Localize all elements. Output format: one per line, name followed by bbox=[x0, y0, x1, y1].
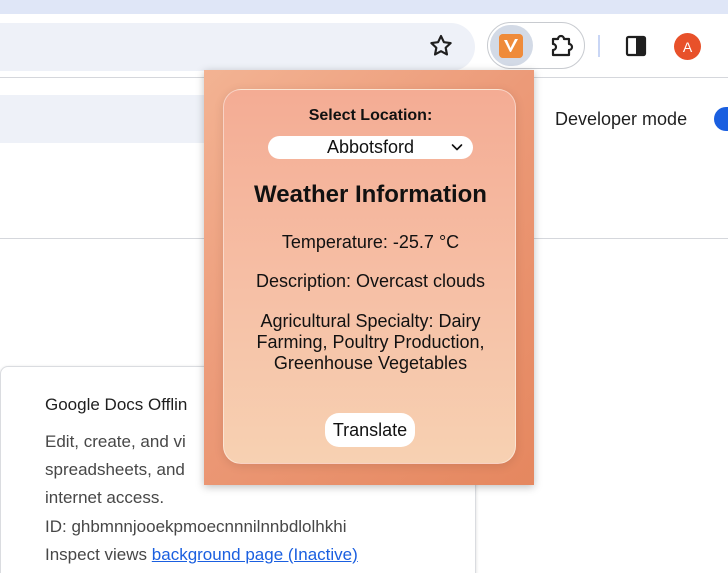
background-page-link[interactable]: background page (Inactive) bbox=[152, 545, 358, 564]
inspect-views: Inspect views background page (Inactive) bbox=[45, 545, 358, 565]
location-select-value: Abbotsford bbox=[326, 137, 415, 157]
agricultural-specialty-text: Agricultural Specialty: Dairy Farming, P… bbox=[224, 311, 517, 374]
window-top-strip bbox=[0, 0, 728, 14]
side-panel-icon[interactable] bbox=[625, 35, 647, 57]
weather-extension-icon[interactable] bbox=[499, 34, 523, 58]
address-bar[interactable] bbox=[0, 23, 475, 71]
developer-mode-label: Developer mode bbox=[555, 109, 688, 129]
agricultural-specialty-line: Farming, Poultry Production, bbox=[256, 332, 485, 352]
translate-button[interactable]: Translate bbox=[325, 413, 415, 447]
extension-name: Google Docs Offlin bbox=[45, 395, 188, 414]
extension-description-line: spreadsheets, and bbox=[45, 460, 185, 479]
extension-description-line: Edit, create, and vi bbox=[45, 432, 186, 451]
chevron-down-icon bbox=[451, 144, 463, 151]
select-location-label: Select Location: bbox=[308, 107, 433, 124]
extension-popup: Select Location: Abbotsford Weather Info… bbox=[204, 70, 534, 485]
description-text: Description: Overcast clouds bbox=[255, 271, 486, 291]
extension-description-line: internet access. bbox=[45, 488, 165, 507]
inspect-views-label: Inspect views bbox=[45, 545, 148, 564]
extension-id: ID: ghbmnnjooekpmoecnnnilnnbdlolhkhi bbox=[45, 517, 347, 536]
agricultural-specialty-line: Greenhouse Vegetables bbox=[273, 353, 468, 373]
toolbar-separator bbox=[598, 35, 600, 57]
weather-title: Weather Information bbox=[254, 181, 487, 208]
puzzle-icon[interactable] bbox=[548, 31, 576, 59]
developer-mode-toggle[interactable] bbox=[714, 107, 728, 131]
weather-panel: Select Location: Abbotsford Weather Info… bbox=[223, 89, 516, 464]
browser-toolbar bbox=[0, 14, 728, 78]
profile-avatar[interactable]: A bbox=[674, 33, 701, 60]
extension-description: Edit, create, and vi spreadsheets, and i… bbox=[45, 428, 186, 512]
location-select[interactable]: Abbotsford bbox=[268, 136, 473, 159]
star-icon[interactable] bbox=[428, 33, 454, 59]
agricultural-specialty-line: Agricultural Specialty: Dairy bbox=[260, 311, 481, 331]
temperature-text: Temperature: -25.7 °C bbox=[281, 232, 460, 252]
